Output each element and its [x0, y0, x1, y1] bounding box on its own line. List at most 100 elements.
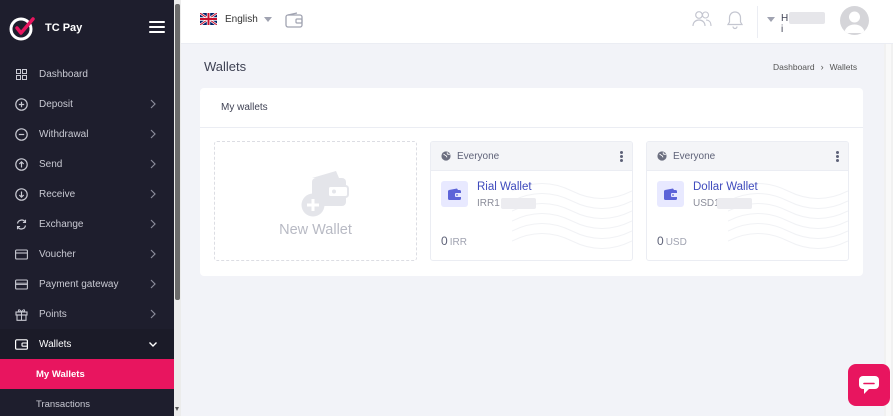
card-title: My wallets [200, 88, 863, 128]
wallet-code: USD1 [693, 198, 720, 209]
add-wallet-icon [301, 171, 349, 217]
user-name-initial: H [781, 13, 789, 24]
chat-icon [859, 376, 879, 394]
new-wallet-button[interactable]: New Wallet [214, 141, 417, 261]
arrow-down-circle-icon [15, 187, 28, 201]
bell-icon[interactable] [726, 10, 744, 30]
chevron-right-icon [150, 159, 156, 169]
globe-icon [657, 151, 667, 161]
sidebar-item-label: Send [39, 158, 63, 170]
wallet-balance: 0 IRR [441, 234, 467, 248]
sidebar-scroll-thumb[interactable] [175, 4, 180, 300]
page-scroll-thumb[interactable] [886, 44, 891, 416]
wallet-balance: 0 USD [657, 234, 687, 248]
wallet-visibility: Everyone [673, 150, 716, 162]
sidebar-item-label: Deposit [39, 98, 73, 110]
wallet-name[interactable]: Dollar Wallet [693, 181, 758, 193]
card-icon [15, 278, 28, 291]
redacted-username [789, 12, 825, 24]
new-wallet-label: New Wallet [279, 222, 352, 238]
sidebar-item-dashboard[interactable]: Dashboard [0, 59, 174, 89]
users-icon[interactable] [692, 10, 712, 28]
breadcrumb: Dashboard › Wallets [773, 62, 857, 72]
grid-icon [15, 68, 28, 81]
wallet-icon [657, 181, 684, 207]
sidebar-item-points[interactable]: Points [0, 299, 174, 329]
sidebar-item-withdrawal[interactable]: Withdrawal [0, 119, 174, 149]
page-title: Wallets [204, 59, 247, 74]
sidebar-item-exchange[interactable]: Exchange [0, 209, 174, 239]
scroll-down-arrow-icon[interactable] [175, 407, 179, 411]
wallet-currency: IRR [449, 237, 467, 248]
sidebar-item-label: Payment gateway [39, 278, 119, 290]
sidebar-item-label: Withdrawal [39, 128, 89, 140]
chevron-right-icon [150, 249, 156, 259]
arrow-up-circle-icon [15, 157, 28, 171]
page-scrollbar[interactable] [884, 44, 893, 416]
brand-name: TC Pay [45, 22, 83, 34]
sidebar-item-send[interactable]: Send [0, 149, 174, 179]
wallet-icon [15, 338, 28, 351]
sidebar-item-label: Points [39, 308, 67, 320]
menu-toggle-icon[interactable] [149, 21, 165, 33]
sidebar-item-receive[interactable]: Receive [0, 179, 174, 209]
voucher-icon [15, 248, 28, 261]
wallet-currency: USD [665, 237, 687, 248]
wallet-balance-value: 0 [441, 234, 448, 248]
wallet-code: IRR1 [477, 198, 500, 209]
minus-circle-icon [15, 127, 28, 141]
caret-down-icon[interactable] [767, 17, 775, 22]
more-vertical-icon[interactable] [836, 151, 839, 162]
wallet-card-rial[interactable]: Everyone Rial Wallet IRR1 0 IRR [430, 141, 633, 261]
sidebar-item-wallets[interactable]: Wallets [0, 329, 174, 359]
chevron-down-icon [149, 342, 157, 347]
tcpay-logo-icon [9, 17, 35, 41]
globe-icon [441, 151, 451, 161]
sidebar-scrollbar[interactable] [174, 0, 181, 416]
sidebar: TC Pay Dashboard Deposit Withdrawal Send… [0, 0, 181, 416]
wallet-card-header: Everyone [431, 142, 632, 171]
chevron-right-icon [150, 219, 156, 229]
breadcrumb-dashboard[interactable]: Dashboard [773, 62, 815, 72]
chevron-right-icon [150, 99, 156, 109]
wallet-card-body: Dollar Wallet USD1 0 USD [647, 171, 848, 260]
wallet-icon[interactable] [285, 12, 303, 28]
chevron-right-icon [150, 309, 156, 319]
chevron-right-icon: › [820, 62, 824, 72]
language-selector[interactable]: English [200, 13, 272, 25]
more-vertical-icon[interactable] [620, 151, 623, 162]
wallet-visibility: Everyone [457, 150, 500, 162]
chevron-right-icon [150, 189, 156, 199]
wallet-card-header: Everyone [647, 142, 848, 171]
wallet-balance-value: 0 [657, 234, 664, 248]
sidebar-item-label: Exchange [39, 218, 84, 230]
wallet-card-dollar[interactable]: Everyone Dollar Wallet USD1 0 USD [646, 141, 849, 261]
sidebar-menu: Dashboard Deposit Withdrawal Send Receiv… [0, 59, 174, 416]
top-header: English Hi [181, 0, 893, 44]
redacted-wallet-code [501, 198, 536, 209]
sidebar-item-label: Dashboard [39, 68, 88, 80]
plus-circle-icon [15, 97, 28, 111]
caret-down-icon [263, 16, 272, 22]
wallet-name[interactable]: Rial Wallet [477, 181, 532, 193]
wallet-card-body: Rial Wallet IRR1 0 IRR [431, 171, 632, 260]
redacted-wallet-code [717, 198, 752, 209]
chat-button[interactable] [848, 364, 890, 406]
sidebar-item-label: Receive [39, 188, 76, 200]
user-avatar-icon [844, 11, 865, 33]
chevron-right-icon [150, 129, 156, 139]
breadcrumb-wallets: Wallets [829, 62, 858, 72]
user-name-final: i [781, 24, 784, 35]
exchange-icon [15, 218, 28, 231]
sidebar-item-payment-gateway[interactable]: Payment gateway [0, 269, 174, 299]
sidebar-item-label: Voucher [39, 248, 76, 260]
sidebar-item-voucher[interactable]: Voucher [0, 239, 174, 269]
my-wallets-card: My wallets New Wallet Everyone Rial Wall… [200, 88, 863, 276]
gift-icon [15, 308, 28, 321]
avatar[interactable] [840, 6, 869, 35]
uk-flag-icon [200, 13, 217, 25]
sidebar-subitem-transactions[interactable]: Transactions [0, 389, 174, 416]
sidebar-subitem-my-wallets[interactable]: My Wallets [0, 359, 174, 389]
sidebar-item-deposit[interactable]: Deposit [0, 89, 174, 119]
sidebar-item-label: Wallets [39, 338, 72, 350]
